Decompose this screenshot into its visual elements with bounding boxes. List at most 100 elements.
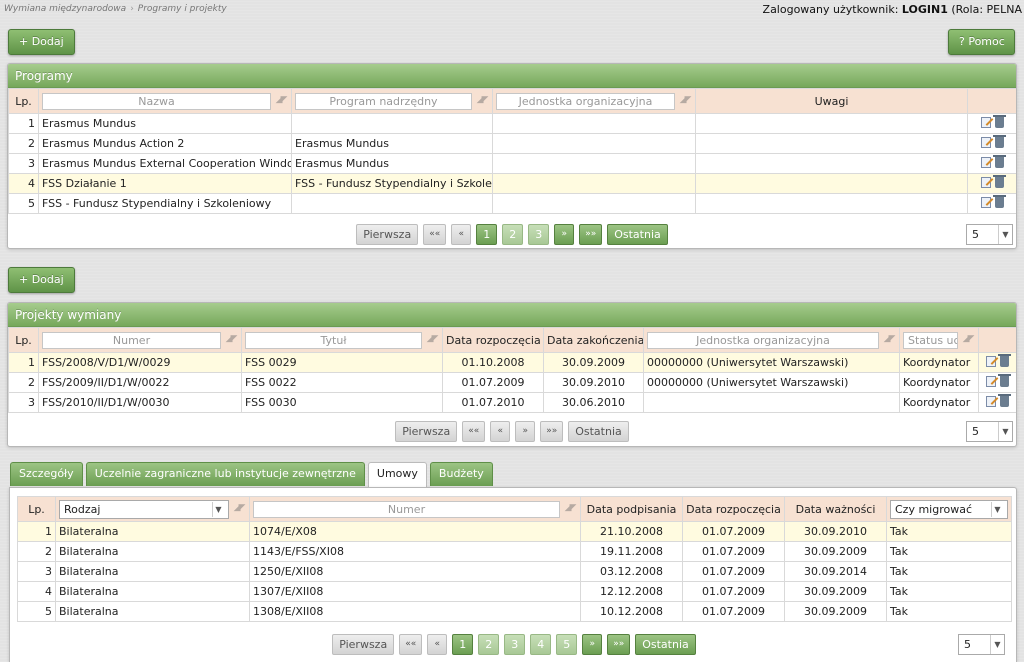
edit-icon[interactable] (980, 176, 991, 188)
sort-arrows-icon[interactable]: ◢◤ (273, 95, 288, 107)
table-row[interactable]: 3 FSS/2010/II/D1/W/0030 FSS 0030 01.07.2… (8, 392, 1016, 413)
cell-data-zakonczenia: 30.09.2009 (543, 352, 644, 373)
pager-page-3[interactable]: 3 (504, 634, 526, 655)
sort-arrows-icon[interactable]: ◢◤ (474, 95, 489, 107)
tab-budzety[interactable]: Budżety (429, 462, 493, 486)
tab-umowy[interactable]: Umowy (367, 462, 427, 488)
edit-icon[interactable] (986, 395, 996, 407)
trash-icon[interactable] (992, 134, 1006, 148)
help-button[interactable]: ? Pomoc (948, 29, 1015, 55)
table-row[interactable]: 4 FSS Działanie 1 FSS - Fundusz Stypendi… (8, 173, 1016, 194)
pager-page-1[interactable]: 1 (452, 634, 474, 655)
cell-data-podpisania: 19.11.2008 (580, 541, 683, 562)
pager-first-button[interactable]: Pierwsza (356, 224, 419, 245)
breadcrumb-item-exchange[interactable]: Wymiana międzynarodowa (4, 4, 126, 14)
pager-prev-button[interactable]: « (451, 224, 472, 245)
filter-rodzaj-select[interactable]: Rodzaj ▼ (59, 499, 229, 519)
col-data-rozpoczecia[interactable]: Data rozpoczęcia (682, 496, 785, 522)
cell-rodzaj: Bilateralna (55, 541, 250, 562)
col-data-waznosci[interactable]: Data ważności (784, 496, 887, 522)
pager-page-4[interactable]: 4 (530, 634, 552, 655)
table-row[interactable]: 1 FSS/2008/V/D1/W/0029 FSS 0029 01.10.20… (8, 352, 1016, 373)
edit-icon[interactable] (980, 196, 991, 208)
pager-first-arrow-button[interactable]: «« (423, 224, 447, 245)
sort-arrows-icon[interactable]: ◢◤ (562, 503, 577, 515)
projects-page-size-select[interactable]: 5 ▼ (966, 421, 1013, 442)
pager-first-arrow-button[interactable]: «« (462, 421, 486, 442)
pager-page-3[interactable]: 3 (528, 224, 550, 245)
tab-szczegoly[interactable]: Szczegóły (10, 462, 83, 486)
pager-prev-button[interactable]: « (490, 421, 511, 442)
pager-last-button[interactable]: Ostatnia (607, 224, 668, 245)
trash-icon[interactable] (992, 114, 1006, 128)
add-project-button[interactable]: + Dodaj (8, 267, 75, 293)
pager-page-2[interactable]: 2 (478, 634, 500, 655)
pager-first-arrow-button[interactable]: «« (399, 634, 423, 655)
edit-icon[interactable] (980, 156, 991, 168)
filter-numer-input[interactable]: Numer (253, 500, 560, 518)
filter-migrowac-select[interactable]: Czy migrować ▼ (890, 499, 1008, 519)
table-row[interactable]: 1 Bilateralna 1074/E/X08 21.10.2008 01.0… (17, 521, 1012, 542)
breadcrumb-item-programs[interactable]: Programy i projekty (138, 4, 227, 14)
pager-page-5[interactable]: 5 (556, 634, 578, 655)
pager-prev-button[interactable]: « (427, 634, 448, 655)
cell-data-rozpoczecia: 01.07.2009 (682, 561, 785, 582)
sort-arrows-icon[interactable]: ◢◤ (960, 334, 975, 346)
pager-page-1[interactable]: 1 (476, 224, 498, 245)
table-row[interactable]: 3 Erasmus Mundus External Cooperation Wi… (8, 153, 1016, 174)
trash-icon[interactable] (992, 154, 1006, 168)
table-row[interactable]: 1 Erasmus Mundus (8, 113, 1016, 134)
pager-last-arrow-button[interactable]: »» (540, 421, 564, 442)
edit-icon[interactable] (986, 375, 996, 387)
filter-status-input[interactable]: Status uc (903, 331, 958, 349)
filter-numer-input[interactable]: Numer (42, 331, 221, 349)
edit-icon[interactable] (980, 136, 991, 148)
programs-page-size-select[interactable]: 5 ▼ (966, 224, 1013, 245)
filter-program-input[interactable]: Program nadrzędny (295, 92, 472, 110)
edit-icon[interactable] (986, 355, 996, 367)
pager-next-button[interactable]: » (554, 224, 575, 245)
table-row[interactable]: 2 Bilateralna 1143/E/FSS/XI08 19.11.2008… (17, 541, 1012, 562)
add-program-button[interactable]: + Dodaj (8, 29, 75, 55)
filter-nazwa-input[interactable]: Nazwa (42, 92, 271, 110)
col-data-rozpoczecia[interactable]: Data rozpoczęcia▼ (442, 327, 544, 353)
filter-jednostka-input[interactable]: Jednostka organizacyjna (496, 92, 675, 110)
cell-lp: 1 (8, 352, 39, 373)
pager-first-button[interactable]: Pierwsza (395, 421, 458, 442)
table-row[interactable]: 4 Bilateralna 1307/E/XII08 12.12.2008 01… (17, 581, 1012, 602)
pager-next-button[interactable]: » (582, 634, 603, 655)
table-row[interactable]: 3 Bilateralna 1250/E/XII08 03.12.2008 01… (17, 561, 1012, 582)
filter-jednostka-input[interactable]: Jednostka organizacyjna (647, 331, 879, 349)
table-row[interactable]: 5 FSS - Fundusz Stypendialny i Szkolenio… (8, 193, 1016, 214)
cell-jednostka (492, 153, 696, 174)
cell-nazwa: Erasmus Mundus External Cooperation Wind… (38, 153, 292, 174)
pager-last-arrow-button[interactable]: »» (607, 634, 631, 655)
col-data-podpisania[interactable]: Data podpisania (580, 496, 683, 522)
filter-tytul-input[interactable]: Tytuł (245, 331, 422, 349)
sort-arrows-icon[interactable]: ◢◤ (424, 334, 439, 346)
trash-icon[interactable] (998, 353, 1011, 367)
trash-icon[interactable] (998, 393, 1011, 407)
table-row[interactable]: 5 Bilateralna 1308/E/XII08 10.12.2008 01… (17, 601, 1012, 622)
agreements-page-size-select[interactable]: 5 ▼ (958, 634, 1005, 655)
pager-page-2[interactable]: 2 (502, 224, 524, 245)
edit-icon[interactable] (980, 116, 991, 128)
pager-last-button[interactable]: Ostatnia (635, 634, 696, 655)
table-row[interactable]: 2 FSS/2009/II/D1/W/0022 FSS 0022 01.07.2… (8, 372, 1016, 393)
sort-arrows-icon[interactable]: ◢◤ (881, 334, 896, 346)
sort-arrows-icon[interactable]: ◢◤ (231, 503, 246, 515)
trash-icon[interactable] (992, 174, 1006, 188)
trash-icon[interactable] (998, 373, 1011, 387)
sort-arrows-icon[interactable]: ◢◤ (677, 95, 692, 107)
table-row[interactable]: 2 Erasmus Mundus Action 2 Erasmus Mundus (8, 133, 1016, 154)
pager-next-button[interactable]: » (515, 421, 536, 442)
pager-last-arrow-button[interactable]: »» (579, 224, 603, 245)
pager-first-button[interactable]: Pierwsza (332, 634, 395, 655)
col-data-zakonczenia[interactable]: Data zakończenia▼ (543, 327, 644, 353)
cell-actions (967, 133, 1016, 154)
sort-arrows-icon[interactable]: ◢◤ (223, 334, 238, 346)
pager-last-button[interactable]: Ostatnia (568, 421, 629, 442)
trash-icon[interactable] (992, 194, 1006, 208)
tab-uczelnie[interactable]: Uczelnie zagraniczne lub instytucje zewn… (85, 462, 365, 486)
cell-lp: 3 (8, 392, 39, 413)
